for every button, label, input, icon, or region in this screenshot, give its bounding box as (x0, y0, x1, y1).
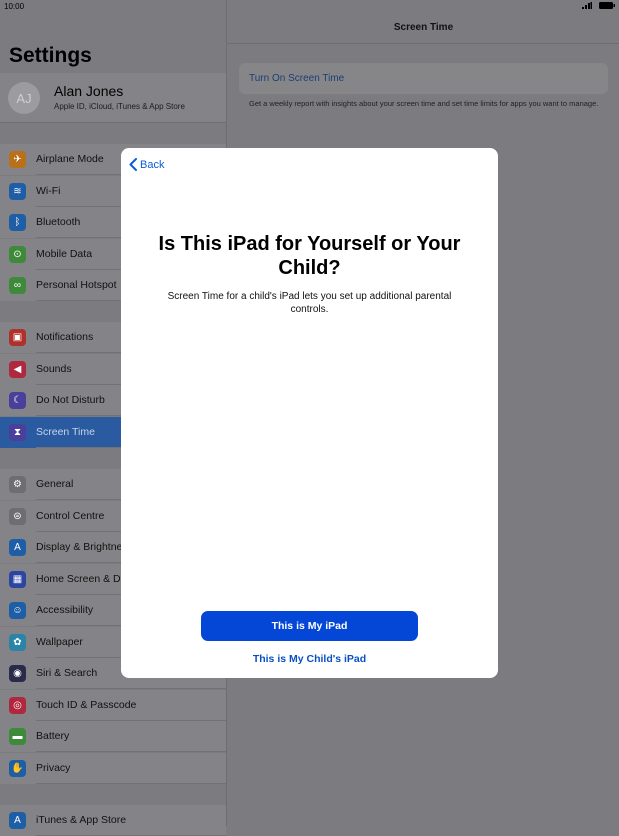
back-label: Back (140, 158, 165, 171)
accessibility-icon: ☺ (9, 602, 26, 619)
flower-icon: ✿ (9, 634, 26, 651)
turn-on-label: Turn On Screen Time (249, 73, 345, 84)
sidebar-item-label: Wi-Fi (36, 185, 61, 197)
profile-subtitle: Apple ID, iCloud, iTunes & App Store (54, 102, 185, 111)
sidebar-title: Settings (9, 44, 92, 67)
gear-icon: ⚙ (9, 476, 26, 493)
sidebar-item-touch-id-passcode[interactable]: ◎ Touch ID & Passcode (0, 690, 226, 721)
notifications-icon: ▣ (9, 329, 26, 346)
moon-icon: ☾ (9, 392, 26, 409)
sidebar-item-privacy[interactable]: ✋ Privacy (0, 753, 226, 784)
wifi-icon: ≋ (9, 183, 26, 200)
battery-icon: ▬ (9, 728, 26, 745)
sidebar-item-itunes-app-store[interactable]: AiTunes & App Store (0, 805, 226, 836)
screen-time-setup-modal: Back Is This iPad for Yourself or Your C… (121, 148, 498, 678)
modal-description: Screen Time for a child's iPad lets you … (167, 291, 452, 315)
sidebar-item-label: General (36, 478, 74, 490)
switches-icon: ⊜ (9, 508, 26, 525)
row-divider (36, 688, 226, 689)
fingerprint-icon: ◎ (9, 697, 26, 714)
sidebar-item-label: Airplane Mode (36, 153, 104, 165)
airplane-icon: ✈ (9, 151, 26, 168)
sidebar-item-label: Accessibility (36, 604, 94, 616)
row-divider (36, 751, 226, 752)
hourglass-icon: ⧗ (9, 424, 26, 441)
sidebar-item-label: Mobile Data (36, 248, 93, 260)
appstore-icon: A (9, 812, 26, 829)
profile-row[interactable]: AJ Alan Jones Apple ID, iCloud, iTunes &… (0, 73, 226, 123)
sidebar-item-label: iTunes & App Store (36, 814, 127, 826)
grid-icon: ▦ (9, 571, 26, 588)
hotspot-icon: ∞ (9, 277, 26, 294)
sidebar-item-label: Bluetooth (36, 216, 81, 228)
sidebar-item-label: Control Centre (36, 510, 105, 522)
modal-title: Is This iPad for Yourself or Your Child? (158, 233, 461, 279)
pane-title-divider (227, 43, 619, 44)
avatar: AJ (8, 82, 40, 114)
signal-icon (582, 2, 592, 9)
sidebar-item-battery[interactable]: ▬ Battery (0, 721, 226, 752)
sidebar-item-label: Do Not Disturb (36, 394, 105, 406)
sidebar-item-label: Privacy (36, 762, 71, 774)
profile-name: Alan Jones (54, 83, 124, 99)
chevron-left-icon (129, 158, 137, 171)
sidebar-item-label: Wallpaper (36, 636, 83, 648)
sidebar-item-label: Display & Brightness (36, 541, 133, 553)
bluetooth-icon: ᛒ (9, 214, 26, 231)
status-icons (582, 2, 615, 9)
screen-time-description: Get a weekly report with insights about … (249, 99, 599, 108)
sidebar-item-label: Screen Time (36, 426, 95, 438)
battery-status-icon (599, 2, 615, 9)
sidebar-item-label: Touch ID & Passcode (36, 699, 137, 711)
sidebar-item-label: Personal Hotspot (36, 279, 117, 291)
antenna-icon: ⊙ (9, 246, 26, 263)
this-is-my-childs-ipad-button[interactable]: This is My Child's iPad (201, 653, 418, 665)
sidebar-item-label: Notifications (36, 331, 94, 343)
pane-title: Screen Time (393, 22, 454, 33)
speaker-icon: ◀ (9, 361, 26, 378)
row-divider (36, 783, 226, 784)
display-icon: A (9, 539, 26, 556)
turn-on-screen-time-button[interactable]: Turn On Screen Time (239, 63, 608, 94)
this-is-my-ipad-button[interactable]: This is My iPad (201, 611, 418, 641)
hand-icon: ✋ (9, 760, 26, 777)
back-button[interactable]: Back (129, 158, 164, 171)
siri-icon: ◉ (9, 665, 26, 682)
sidebar-item-label: Sounds (36, 363, 72, 375)
sidebar-item-label: Battery (36, 730, 70, 742)
sidebar-item-label: Siri & Search (36, 667, 98, 679)
status-time: 10:00 (4, 2, 25, 11)
status-bar: 10:00 (0, 0, 619, 14)
